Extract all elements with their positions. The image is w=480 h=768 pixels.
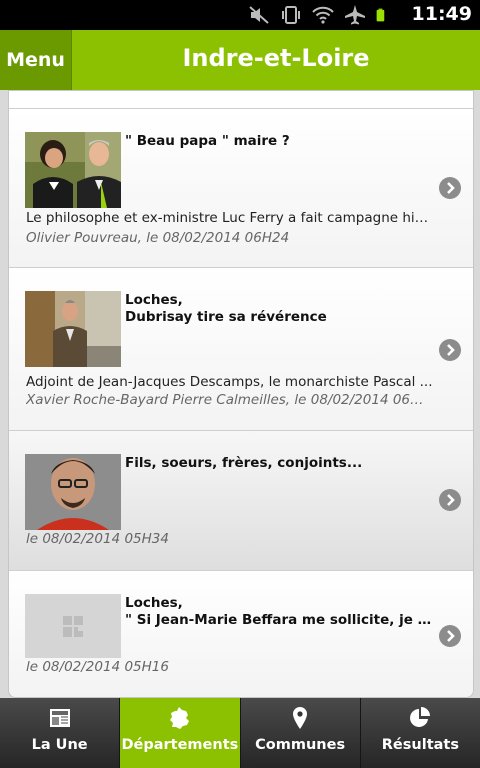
article-list: " Beau papa " maire ? Le philosophe et e… [8, 90, 474, 698]
chevron-right-icon[interactable] [439, 339, 461, 361]
article-title: " Beau papa " maire ? [125, 133, 290, 149]
tab-la-une[interactable]: La Une [0, 698, 121, 768]
article-thumbnail [25, 291, 121, 367]
status-bar: 11:49 [0, 0, 480, 30]
chevron-right-icon[interactable] [439, 177, 461, 199]
article-byline: Olivier Pouvreau, le 08/02/2014 06H24 [26, 230, 290, 246]
clock: 11:49 [411, 3, 472, 25]
article-title: Loches, Dubrisay tire sa révérence [125, 292, 327, 325]
bottom-tab-bar: La Une Départements Communes Résultats [0, 698, 480, 768]
article-item[interactable]: Loches, Dubrisay tire sa révérence Adjoi… [9, 268, 473, 431]
page-title: Indre-et-Loire [182, 44, 370, 72]
newspaper-icon [49, 709, 70, 727]
chevron-right-icon[interactable] [439, 489, 461, 511]
article-thumbnail [25, 454, 121, 530]
article-thumbnail [25, 594, 121, 658]
battery-icon [376, 8, 385, 22]
mute-icon [249, 6, 269, 24]
tab-departements[interactable]: Départements [120, 698, 241, 768]
tab-label: Résultats [381, 737, 459, 753]
article-excerpt: Adjoint de Jean-Jacques Descamps, le mon… [26, 374, 433, 390]
tab-communes[interactable]: Communes [240, 698, 361, 768]
article-excerpt: Le philosophe et ex-ministre Luc Ferry a… [26, 210, 433, 226]
menu-button[interactable]: Menu [0, 30, 72, 90]
tab-label: Départements [121, 737, 239, 753]
tab-label: Communes [255, 737, 346, 753]
article-list-container[interactable]: " Beau papa " maire ? Le philosophe et e… [0, 90, 480, 698]
article-byline: le 08/02/2014 05H34 [26, 531, 169, 547]
tab-resultats[interactable]: Résultats [360, 698, 480, 768]
location-pin-icon [293, 707, 308, 729]
article-item[interactable]: " Beau papa " maire ? Le philosophe et e… [9, 109, 473, 268]
article-item[interactable]: Fils, soeurs, frères, conjoints... le 08… [9, 431, 473, 571]
airplane-icon [345, 5, 365, 25]
chevron-right-icon[interactable] [439, 625, 461, 647]
france-map-icon [169, 707, 189, 729]
article-byline: Xavier Roche-Bayard Pierre Calmeilles, l… [26, 392, 433, 408]
app-header: Menu Indre-et-Loire [0, 30, 480, 90]
article-thumbnail [25, 132, 121, 208]
wifi-icon [312, 6, 334, 24]
tab-label: La Une [31, 737, 88, 753]
article-title: Fils, soeurs, frères, conjoints... [125, 455, 363, 471]
article-title: Loches, " Si Jean-Marie Beffara me solli… [125, 595, 433, 628]
pie-chart-icon [410, 707, 431, 727]
article-item[interactable]: Loches, " Si Jean-Marie Beffara me solli… [9, 571, 473, 697]
list-top-edge [9, 91, 473, 109]
vibrate-icon [282, 6, 300, 24]
article-byline: le 08/02/2014 05H16 [26, 659, 169, 675]
